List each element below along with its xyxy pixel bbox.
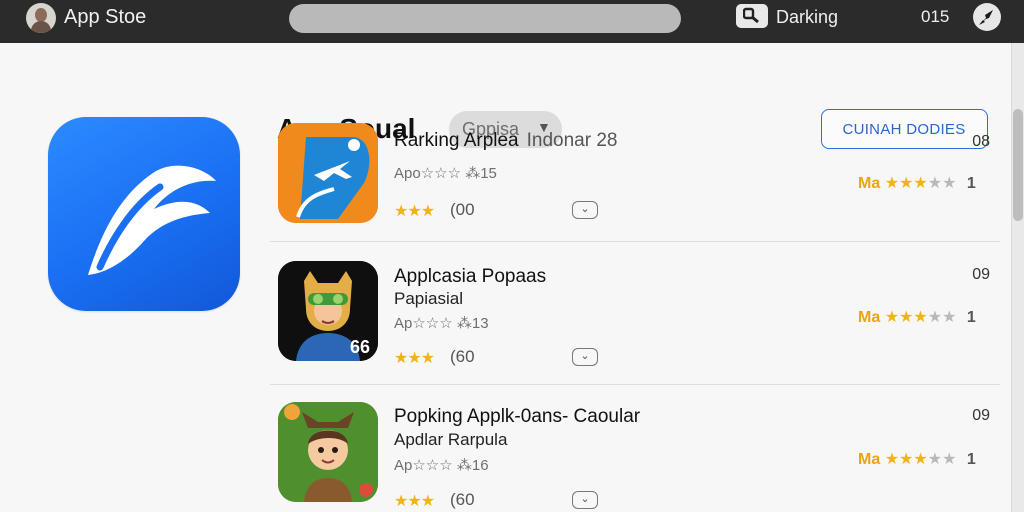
- app-stars: ★★★: [394, 203, 435, 220]
- rating-stars-empty: ★★: [927, 175, 957, 192]
- logo-head: [35, 8, 47, 22]
- top-bar: App Stoe Darking 015: [0, 0, 1024, 43]
- rating-summary: Ma ★★★★★ 1: [858, 173, 976, 193]
- rating-stars-empty: ★★: [927, 451, 957, 468]
- search-icon: [743, 7, 759, 24]
- app-icon-game-character[interactable]: 66: [278, 261, 378, 361]
- row-divider: [270, 384, 1000, 385]
- app-name-sub: Indonar 28: [526, 130, 618, 151]
- list-item[interactable]: Popking Applk-0ans- Caoular Apdlar Rarpu…: [270, 402, 1000, 512]
- app-stars: ★★★: [394, 350, 435, 367]
- search-button[interactable]: [736, 4, 768, 28]
- ranking-label[interactable]: Darking: [776, 7, 838, 28]
- rating-stars-empty: ★★: [927, 309, 957, 326]
- rating-end: 1: [966, 309, 976, 326]
- app-name: Applcasia Popaas: [394, 266, 547, 287]
- time-label: 015: [921, 7, 950, 26]
- list-item[interactable]: Rarking Arplea Indonar 28 Apo☆☆☆ ⁂15 ★★★ …: [270, 123, 1000, 253]
- app-badge: 66: [350, 337, 371, 357]
- rating-end: 1: [966, 451, 976, 468]
- app-name: Rarking Arplea Indonar 28: [394, 130, 617, 152]
- rating-label: Ma: [858, 309, 881, 326]
- scrollbar-thumb[interactable]: [1013, 109, 1023, 221]
- app-name-line2: Apdlar Rarpula: [394, 430, 508, 449]
- rating-stars-filled: ★★★: [884, 451, 928, 468]
- list-item[interactable]: 66 Applcasia Popaas Papiasial Ap☆☆☆ ⁂13 …: [270, 261, 1000, 401]
- main-panel: App Soual Gppisa ▼ CUINAH DODIES Rarking…: [0, 43, 1012, 512]
- brush-icon: [979, 10, 993, 25]
- app-name-main: Rarking Arplea: [394, 130, 519, 151]
- app-meta: Apo☆☆☆ ⁂15: [394, 165, 497, 182]
- rating-label: Ma: [858, 451, 881, 468]
- app-meta: Ap☆☆☆ ⁂13: [394, 315, 489, 332]
- expand-button[interactable]: ⌄: [572, 491, 598, 509]
- rating-count: (60: [450, 347, 475, 366]
- rating-end: 1: [966, 175, 976, 192]
- rating-summary: Ma ★★★★★ 1: [858, 307, 976, 327]
- rank-number: 09: [972, 407, 990, 424]
- expand-button[interactable]: ⌄: [572, 348, 598, 366]
- rating-stars-filled: ★★★: [884, 175, 928, 192]
- search-input[interactable]: [289, 4, 681, 33]
- app-icon-travel[interactable]: [278, 123, 378, 223]
- expand-button[interactable]: ⌄: [572, 201, 598, 219]
- rating-count: (60: [450, 490, 475, 509]
- rank-number: 09: [972, 266, 990, 283]
- app-name-line2: Papiasial: [394, 289, 463, 308]
- app-meta: Ap☆☆☆ ⁂16: [394, 457, 489, 474]
- row-divider: [270, 241, 1000, 242]
- rating-summary: Ma ★★★★★ 1: [858, 449, 976, 469]
- app-icon-cartoon-boy[interactable]: [278, 402, 378, 502]
- logo-body: [31, 21, 51, 33]
- app-stars: ★★★: [394, 493, 435, 510]
- brush-button[interactable]: [973, 3, 1001, 31]
- rank-number: 08: [972, 133, 990, 150]
- rating-count: (00: [450, 200, 475, 219]
- rating-stars-filled: ★★★: [884, 309, 928, 326]
- featured-app-icon[interactable]: [48, 117, 240, 311]
- app-title: App Stoe: [64, 6, 147, 28]
- app-store-logo-icon[interactable]: [26, 3, 56, 33]
- rating-label: Ma: [858, 175, 881, 192]
- app-name: Popking Applk-0ans- Caoular: [394, 406, 641, 427]
- vertical-scrollbar[interactable]: [1012, 43, 1024, 512]
